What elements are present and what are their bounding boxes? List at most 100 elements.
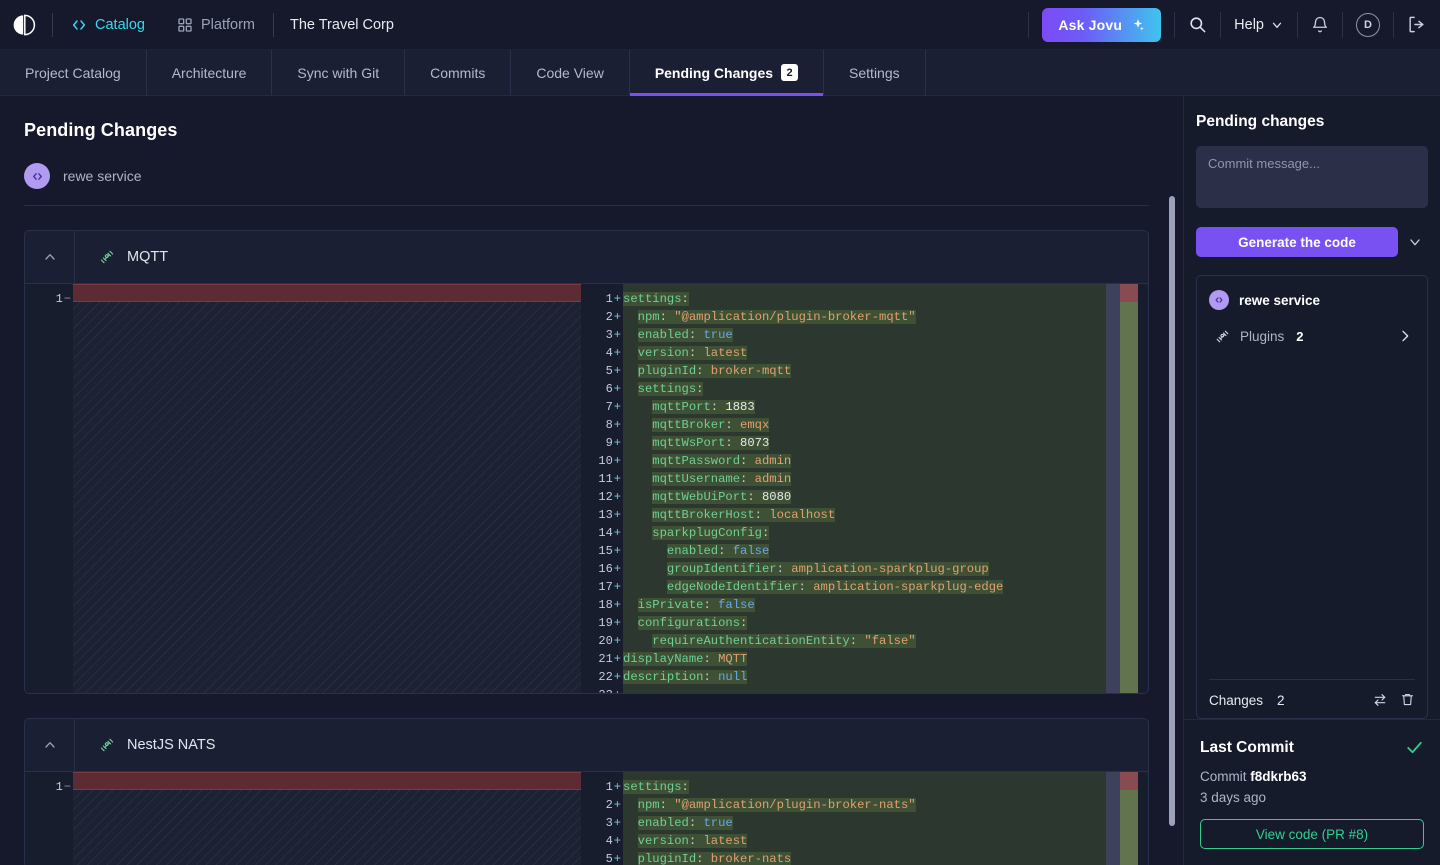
search-icon[interactable]: [1188, 15, 1207, 34]
card-title: NestJS NATS: [127, 737, 216, 753]
code-brackets-icon: [71, 17, 87, 33]
tab-commits[interactable]: Commits: [405, 50, 512, 95]
bell-icon[interactable]: [1311, 16, 1329, 34]
top-bar: Catalog Platform The Travel Corp Ask Jov…: [0, 0, 1440, 50]
sidebar-plugins-count: 2: [1296, 328, 1304, 344]
diff-line-number: 2+: [605, 798, 621, 812]
trash-icon[interactable]: [1400, 692, 1415, 708]
divider: [1342, 11, 1343, 38]
diff-code-line: version: latest: [637, 834, 748, 848]
diff-code-line: enabled: true: [637, 816, 733, 830]
collapse-toggle[interactable]: [25, 719, 75, 771]
view-code-button[interactable]: View code (PR #8): [1200, 819, 1424, 849]
empty-hatch-fill: [73, 790, 581, 865]
tab-pending-changes[interactable]: Pending Changes 2: [629, 50, 825, 96]
tab-label: Project Catalog: [25, 64, 121, 81]
diff-line-number: 15+: [598, 544, 621, 558]
empty-hatch-fill: [73, 302, 581, 693]
tab-sync-with-git[interactable]: Sync with Git: [272, 50, 406, 95]
divider: [1297, 11, 1298, 38]
changes-summary-row: Changes 2: [1209, 679, 1415, 708]
card-header: NestJS NATS: [25, 719, 1148, 771]
diff-code-line: mqttBrokerHost: localhost: [652, 508, 836, 522]
tab-label: Sync with Git: [297, 64, 380, 81]
diff-pane-original: 1−: [25, 284, 581, 693]
diff-line-number: 22+: [598, 670, 621, 684]
help-label: Help: [1234, 16, 1264, 33]
diff-viewer[interactable]: 1− 1+ 2+ 3+ 4+ 5+ 6+ 7+ 8+ 9+ 10+ 11+ 12+ 13+ 14+ 15+ 16…: [25, 283, 1148, 693]
nav-label-catalog: Catalog: [95, 16, 145, 33]
tab-project-catalog[interactable]: Project Catalog: [0, 50, 147, 95]
plugin-icon: [99, 737, 115, 753]
tab-architecture[interactable]: Architecture: [147, 50, 273, 95]
tab-settings[interactable]: Settings: [824, 50, 926, 95]
diff-code-line: settings:: [637, 382, 704, 396]
diff-line-number: 7+: [605, 400, 621, 414]
changes-label: Changes: [1209, 692, 1264, 708]
diff-line-number: 1−: [55, 780, 71, 794]
diff-line-number: 1+: [605, 780, 621, 794]
diff-line-number: 9+: [605, 436, 621, 450]
check-icon: [1405, 738, 1424, 757]
diff-code-line: requireAuthenticationEntity: "false": [652, 634, 916, 648]
amplication-logo[interactable]: [12, 13, 36, 37]
page-scrollbar[interactable]: [1169, 196, 1175, 826]
diff-gutter-left: 1−: [25, 284, 73, 693]
diff-code-line: enabled: false: [666, 544, 770, 558]
diff-code-line: displayName: MQTT: [623, 652, 748, 666]
diff-code-line: settings:: [623, 292, 689, 306]
diff-line-number: 19+: [598, 616, 621, 630]
logo-icon: [13, 14, 36, 35]
diff-code-line: edgeNodeIdentifier: amplication-sparkplu…: [666, 580, 1004, 594]
workspace-name[interactable]: The Travel Corp: [290, 17, 394, 33]
diff-pane-modified: 1+2+3+4+5+6+settings: npm: "@amplication…: [581, 772, 1148, 865]
diff-code-line: pluginId: broker-mqtt: [637, 364, 792, 378]
tab-label: Commits: [430, 64, 486, 81]
avatar-initial: D: [1364, 18, 1372, 31]
commit-message-input[interactable]: [1196, 146, 1428, 208]
card-header: MQTT: [25, 231, 1148, 283]
ask-jovu-label: Ask Jovu: [1058, 16, 1123, 33]
collapse-toggle[interactable]: [25, 231, 75, 283]
diff-viewer[interactable]: 1− 1+2+3+4+5+6+settings: npm: "@amplicati…: [25, 771, 1148, 865]
diff-pane-original: 1−: [25, 772, 581, 865]
avatar[interactable]: D: [1356, 12, 1380, 37]
chevron-right-icon[interactable]: [1397, 328, 1413, 344]
diff-code-line: configurations:: [637, 616, 748, 630]
diff-code-line: mqttPassword: admin: [652, 454, 792, 468]
plugin-icon: [1215, 329, 1230, 344]
diff-line-number: 6+: [605, 382, 621, 396]
sidebar-service-name: rewe service: [1239, 292, 1321, 308]
diff-line-number: 18+: [598, 598, 621, 612]
sidebar-top: Pending changes Generate the code: [1184, 96, 1440, 257]
chevron-up-icon: [42, 737, 58, 753]
help-menu[interactable]: Help: [1234, 17, 1284, 33]
last-commit-hash-line: Commit f8dkrb63: [1200, 769, 1424, 784]
sidebar-service-row[interactable]: rewe service: [1209, 290, 1415, 310]
logout-icon[interactable]: [1407, 15, 1426, 34]
generate-options-chevron-down-icon[interactable]: [1402, 234, 1428, 250]
nav-item-catalog[interactable]: Catalog: [69, 13, 147, 37]
diff-code-line: mqttPort: 1883: [652, 400, 755, 414]
diff-line-number: 1−: [55, 292, 71, 306]
diff-body-left: [73, 772, 581, 865]
generate-code-button[interactable]: Generate the code: [1196, 227, 1398, 257]
diff-line-number: 3+: [605, 328, 621, 342]
tab-code-view[interactable]: Code View: [511, 50, 630, 95]
changes-count: 2: [1277, 692, 1285, 708]
service-name: rewe service: [63, 168, 142, 184]
divider: [1220, 11, 1222, 38]
diff-line-number: 10+: [598, 454, 621, 468]
last-commit-title: Last Commit: [1200, 738, 1294, 756]
diff-code-line: enabled: true: [637, 328, 733, 342]
nav-item-platform[interactable]: Platform: [175, 13, 257, 37]
diff-code-line: isPrivate: false: [637, 598, 755, 612]
sidebar-plugins-row[interactable]: Plugins 2: [1209, 326, 1415, 346]
diff-line-number: 16+: [598, 562, 621, 576]
compare-arrows-icon[interactable]: [1372, 692, 1388, 708]
diff-pane-modified: 1+ 2+ 3+ 4+ 5+ 6+ 7+ 8+ 9+ 10+ 11+ 12+ 13+ 14+ 15+ 16+ 1…: [581, 284, 1148, 693]
diff-code-line: version: latest: [637, 346, 748, 360]
ask-jovu-button[interactable]: Ask Jovu: [1042, 7, 1162, 42]
last-commit-section: Last Commit Commit f8dkrb63 3 days ago V…: [1184, 719, 1440, 865]
